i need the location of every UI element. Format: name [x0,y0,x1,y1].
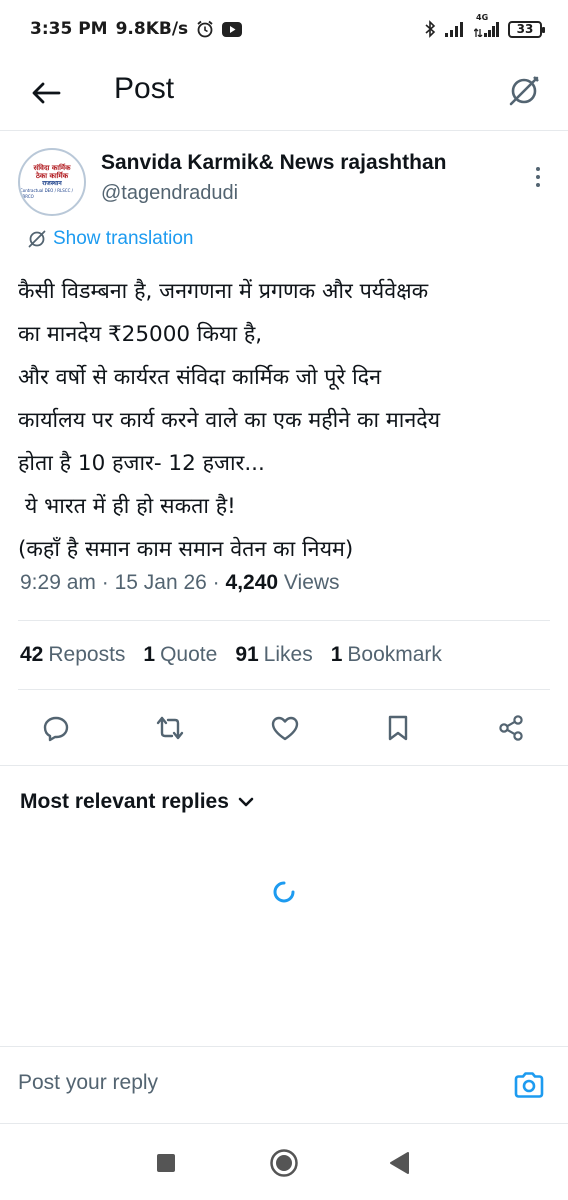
chevron-down-icon [238,797,254,807]
replies-sort-label: Most relevant replies [20,790,229,813]
back-button[interactable] [28,75,64,111]
post-text-line: ये भारत में ही हो सकता है! [18,494,236,519]
avatar-text-line: ठेका कार्मिक [35,172,69,180]
bookmarks-stat[interactable]: 1 Bookmark [331,643,442,667]
show-translation-label: Show translation [53,228,194,249]
reply-icon [43,716,69,742]
battery-icon: 33 [508,20,545,38]
alarm-icon [196,20,214,38]
status-time: 3:35 PM [30,19,108,39]
likes-count: 91 [235,643,259,666]
bookmarks-count: 1 [330,643,343,666]
avatar-text-line: संविदा कार्मिक [33,164,71,172]
bookmark-button[interactable] [378,708,418,748]
post-text-line: का मानदेय ₹25000 किया है, [18,322,263,347]
reposts-stat[interactable]: 42 Reposts [20,643,125,667]
grok-translate-icon [28,230,46,248]
replies-sort-dropdown[interactable]: Most relevant replies [20,790,255,814]
repost-icon [156,716,184,740]
reply-composer [0,1046,568,1124]
grok-button[interactable] [504,71,544,111]
quotes-stat[interactable]: 1 Quote [143,643,217,667]
stats-divider [18,689,550,690]
signal-4g-icon: 4G [474,13,500,37]
post-text-line: कैसी विडम्बना है, जनगणना में प्रगणक और प… [18,279,429,304]
status-network-speed: 9.8KB/s [115,19,189,39]
triangle-back-icon [390,1152,409,1174]
page-title: Post [114,72,175,105]
camera-button[interactable] [512,1069,546,1101]
likes-stat[interactable]: 91 Likes [235,643,312,667]
home-button[interactable] [269,1148,299,1178]
repost-button[interactable] [150,708,190,748]
author-name[interactable]: Sanvida Karmik& News rajashthan [101,151,446,175]
loading-spinner-icon [273,881,295,903]
reposts-count: 42 [20,643,44,666]
post-text-line: (कहाँ है समान काम समान वेतन का नियम) [18,537,354,562]
bookmark-icon [388,715,408,741]
post-body: कैसी विडम्बना है, जनगणना में प्रगणक और प… [18,270,558,571]
signal-icon [444,21,466,37]
post-text-line: होता है 10 हजार- 12 हजार... [18,451,265,476]
arrow-left-icon [32,82,61,104]
youtube-icon [222,21,243,37]
more-dot-icon [536,167,540,171]
post-time: 9:29 am [20,571,96,594]
quotes-label: Quote [160,643,218,666]
avatar-text-line: राजस्थान [42,180,62,187]
reply-input[interactable] [18,1071,478,1095]
reply-button[interactable] [36,708,76,748]
post-date: 15 Jan 26 [114,571,207,594]
engagement-stats: 42 Reposts 1 Quote 91 Likes 1 Bookmark [20,643,442,667]
views-label: Views [283,571,340,594]
like-button[interactable] [265,708,305,748]
system-navigation-bar [0,1124,568,1200]
post-text-line: कार्यालय पर कार्य करने वाले का एक महीने … [18,408,441,433]
camera-icon [514,1072,544,1098]
meta-separator: · [212,571,220,594]
post-actions [0,708,568,752]
header-divider [0,130,568,131]
likes-label: Likes [263,643,313,666]
post-text-line: और वर्षो से कार्यरत संविदा कार्मिक जो पू… [18,365,382,390]
home-circle-icon [270,1149,298,1177]
battery-level: 33 [516,21,534,36]
share-button[interactable] [491,708,531,748]
post-meta: 9:29 am · 15 Jan 26 · 4,240 Views [20,571,340,595]
reposts-label: Reposts [48,643,126,666]
more-dot-icon [536,183,540,187]
author-handle[interactable]: @tagendradudi [101,182,238,205]
share-icon [499,715,523,741]
quotes-count: 1 [143,643,156,666]
bluetooth-icon [424,20,436,38]
back-nav-button[interactable] [384,1148,414,1178]
meta-separator: · [101,571,109,594]
meta-divider [18,620,550,621]
bookmarks-label: Bookmark [347,643,442,666]
avatar[interactable]: संविदा कार्मिक ठेका कार्मिक राजस्थान Con… [18,148,86,216]
square-icon [157,1154,175,1172]
more-options-button[interactable] [530,162,546,192]
views-count: 4,240 [225,571,279,594]
status-bar: 3:35 PM 9.8KB/s 4G 33 [0,0,568,58]
recents-button[interactable] [151,1148,181,1178]
like-icon [271,716,299,741]
more-dot-icon [536,175,540,179]
top-app-bar: Post [0,58,568,128]
network-type-label: 4G [476,13,489,22]
grok-icon [509,76,539,106]
show-translation-link[interactable]: Show translation [27,228,193,250]
actions-divider [0,765,568,766]
avatar-text-line: Contractual DEO / RLSCC / EBRCO [20,188,73,199]
